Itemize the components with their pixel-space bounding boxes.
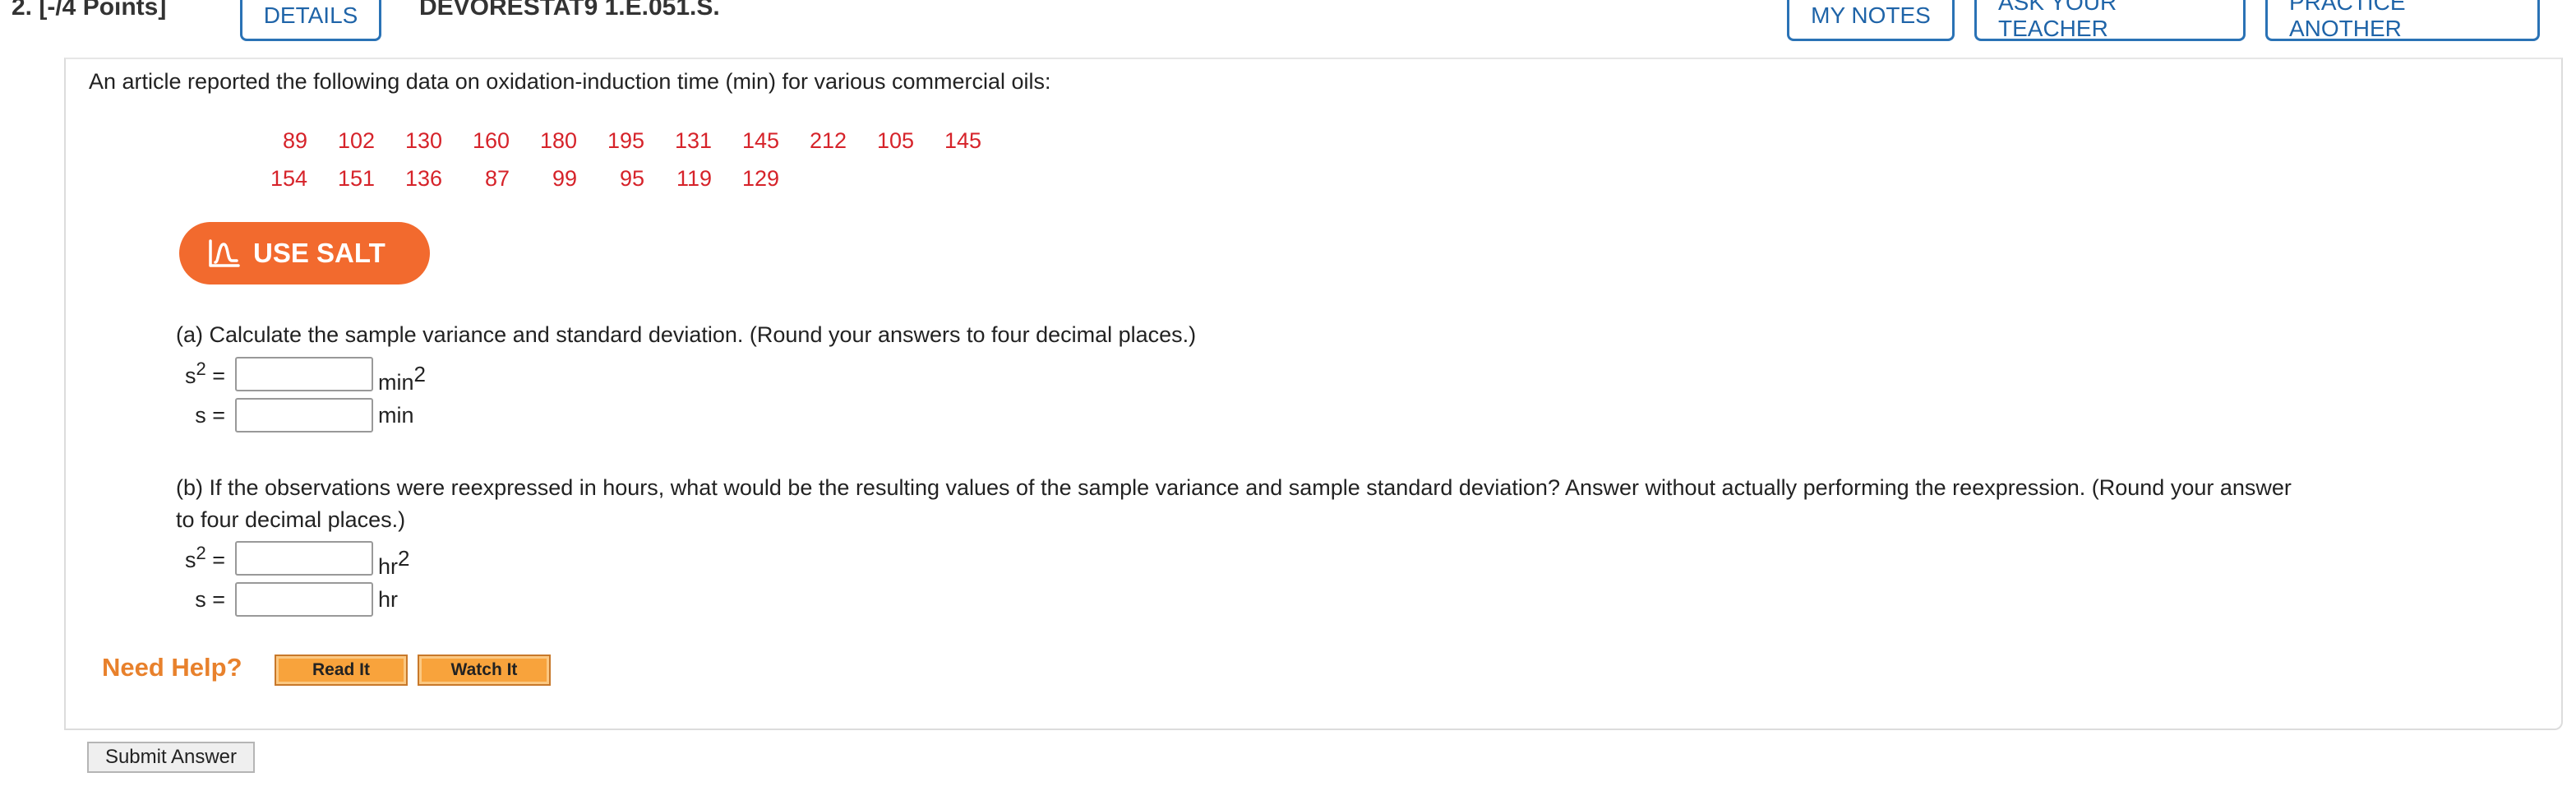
data-value: 129: [741, 166, 779, 191]
data-value: 145: [741, 128, 779, 153]
part-b-variance-unit: hr2: [378, 546, 409, 580]
data-value: 195: [607, 128, 644, 153]
use-salt-label: USE SALT: [253, 238, 385, 268]
part-b-variance-label: s2 =: [151, 543, 225, 573]
ask-your-teacher-button[interactable]: ASK YOUR TEACHER: [1974, 0, 2246, 41]
part-b-sd-label: s =: [195, 587, 225, 612]
symbol-s: s: [184, 548, 196, 572]
part-a-variance-label: s2 =: [151, 358, 225, 389]
symbol-s: s: [184, 363, 196, 388]
equals-sign: =: [205, 548, 225, 572]
details-button[interactable]: DETAILS: [240, 0, 381, 41]
watch-it-button[interactable]: Watch It: [418, 655, 551, 686]
part-b-question-line-1: (b) If the observations were reexpressed…: [176, 475, 2292, 500]
question-header: 2. [-/4 Points] DETAILS DEVORESTAT9 1.E.…: [0, 0, 2576, 51]
data-value: 212: [809, 128, 847, 153]
use-salt-button[interactable]: USE SALT: [179, 222, 430, 284]
exponent: 2: [398, 546, 410, 571]
question-code: DEVORESTAT9 1.E.051.S.: [419, 0, 720, 21]
part-b-variance-input[interactable]: [235, 541, 373, 576]
need-help-label: Need Help?: [102, 653, 242, 682]
data-value: 119: [676, 166, 712, 191]
data-value: 145: [944, 128, 981, 153]
exponent: 2: [196, 358, 206, 379]
data-value: 102: [337, 128, 375, 153]
exponent: 2: [413, 362, 426, 386]
my-notes-button[interactable]: MY NOTES: [1787, 0, 1955, 41]
part-a-question: (a) Calculate the sample variance and st…: [176, 322, 1197, 347]
data-value: 99: [552, 166, 577, 191]
part-a-variance-input[interactable]: [235, 357, 373, 391]
data-value: 89: [282, 128, 307, 153]
data-value: 95: [619, 166, 644, 191]
part-a-sd-unit: min: [378, 403, 414, 428]
data-value: 87: [484, 166, 510, 191]
salt-chart-icon: [209, 239, 240, 267]
part-a-variance-unit: min2: [378, 362, 426, 396]
submit-answer-button[interactable]: Submit Answer: [87, 742, 255, 773]
data-value: 180: [539, 128, 577, 153]
equals-sign: =: [205, 363, 225, 388]
question-prompt: An article reported the following data o…: [89, 69, 1051, 94]
data-value: 105: [876, 128, 914, 153]
question-number: 2. [-/4 Points]: [12, 0, 167, 21]
part-b-question-line-2: to four decimal places.): [176, 507, 406, 532]
data-value: 136: [404, 166, 442, 191]
data-value: 131: [674, 128, 712, 153]
exponent: 2: [196, 543, 206, 563]
practice-another-button[interactable]: PRACTICE ANOTHER: [2265, 0, 2540, 41]
read-it-button[interactable]: Read It: [275, 655, 408, 686]
part-b-sd-unit: hr: [378, 587, 399, 612]
data-value: 130: [404, 128, 442, 153]
unit-text: hr: [378, 554, 399, 579]
part-a-sd-input[interactable]: [235, 398, 373, 433]
part-a-sd-label: s =: [195, 403, 225, 428]
unit-text: min: [378, 370, 414, 395]
part-b-sd-input[interactable]: [235, 582, 373, 617]
question-panel: [64, 58, 2563, 730]
data-value: 160: [472, 128, 510, 153]
data-value: 154: [270, 166, 307, 191]
data-value: 151: [337, 166, 375, 191]
